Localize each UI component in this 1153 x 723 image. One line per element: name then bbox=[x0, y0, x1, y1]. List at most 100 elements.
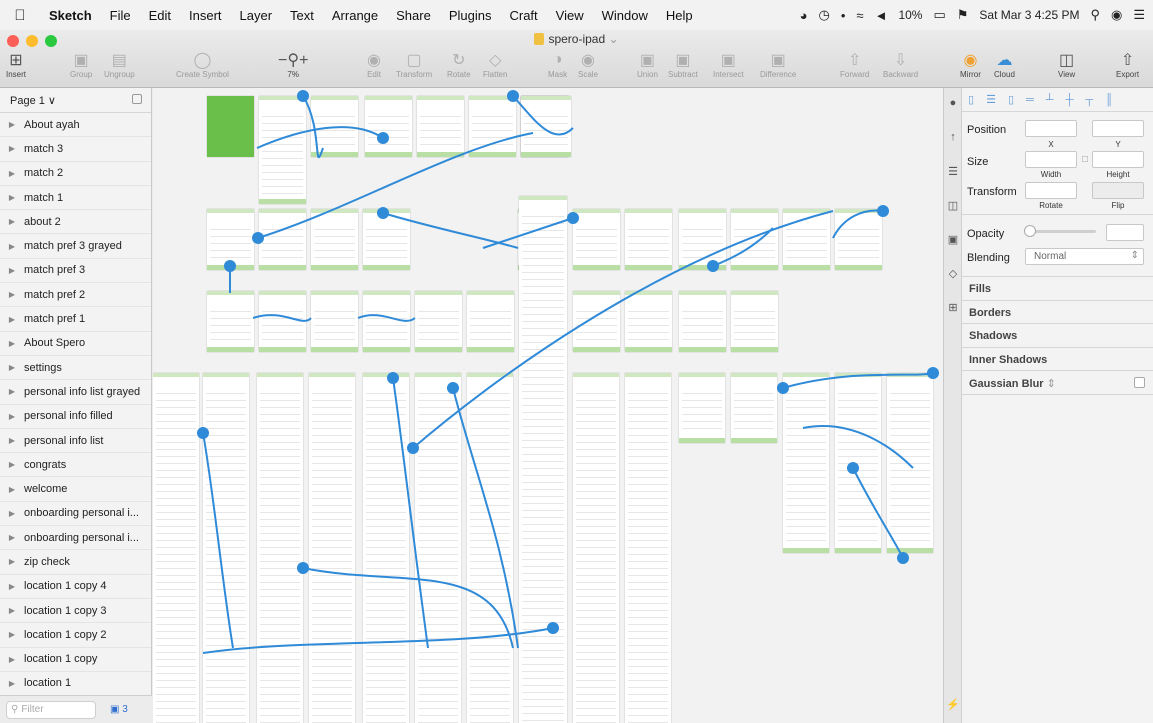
align-left-icon[interactable]: ▯ bbox=[968, 93, 974, 106]
disclosure-triangle-icon[interactable]: ▶ bbox=[0, 169, 24, 178]
disclosure-triangle-icon[interactable]: ▶ bbox=[0, 679, 24, 688]
link-hotspot[interactable] bbox=[777, 382, 789, 394]
prototype-link[interactable] bbox=[302, 95, 324, 159]
menu-layer[interactable]: Layer bbox=[231, 8, 282, 23]
inner-shadows-section[interactable]: Inner Shadows bbox=[961, 347, 1153, 371]
menu-insert[interactable]: Insert bbox=[180, 8, 231, 23]
rotate-input[interactable] bbox=[1025, 182, 1077, 199]
disclosure-triangle-icon[interactable]: ▶ bbox=[0, 533, 24, 542]
menu-craft[interactable]: Craft bbox=[500, 8, 546, 23]
prototype-link[interactable] bbox=[202, 627, 554, 654]
gaussian-blur-checkbox[interactable] bbox=[1134, 377, 1145, 388]
backward-button[interactable]: ⇩ Backward bbox=[883, 50, 918, 79]
link-hotspot[interactable] bbox=[897, 552, 909, 564]
layer-row[interactable]: ▶ about 2 bbox=[0, 210, 151, 235]
link-hotspot[interactable] bbox=[377, 207, 389, 219]
disclosure-triangle-icon[interactable]: ▶ bbox=[0, 606, 24, 615]
layer-row[interactable]: ▶ personal info list grayed bbox=[0, 380, 151, 405]
align-center-icon[interactable]: ☰ bbox=[986, 93, 996, 106]
gaussian-blur-section[interactable]: Gaussian Blur ⇕ bbox=[961, 370, 1153, 394]
link-hotspot[interactable] bbox=[877, 205, 889, 217]
layer-row[interactable]: ▶ location 1 copy 2 bbox=[0, 623, 151, 648]
union-button[interactable]: ▣ Union bbox=[637, 50, 658, 79]
borders-section[interactable]: Borders bbox=[961, 300, 1153, 324]
align-right-icon[interactable]: ▯ bbox=[1008, 93, 1014, 106]
transform-button[interactable]: ▢ Transform bbox=[396, 50, 432, 79]
disclosure-triangle-icon[interactable]: ▶ bbox=[0, 315, 24, 324]
menu-edit[interactable]: Edit bbox=[140, 8, 180, 23]
layer-row[interactable]: ▶ match pref 3 bbox=[0, 259, 151, 284]
disclosure-triangle-icon[interactable]: ▶ bbox=[0, 557, 24, 566]
position-y-input[interactable] bbox=[1092, 120, 1144, 137]
layer-row[interactable]: ▶ personal info list bbox=[0, 429, 151, 454]
disclosure-triangle-icon[interactable]: ▶ bbox=[0, 582, 24, 591]
layer-row[interactable]: ▶ match pref 3 grayed bbox=[0, 234, 151, 259]
layer-row[interactable]: ▶ About Spero bbox=[0, 332, 151, 356]
siri-icon[interactable]: ◉ bbox=[1111, 7, 1122, 23]
disclosure-triangle-icon[interactable]: ▶ bbox=[0, 655, 24, 664]
disclosure-triangle-icon[interactable]: ▶ bbox=[0, 387, 24, 396]
craft-logo-icon[interactable]: ● bbox=[944, 92, 962, 114]
disclosure-triangle-icon[interactable]: ▶ bbox=[0, 485, 24, 494]
create-symbol-button[interactable]: ◯ Create Symbol bbox=[176, 50, 229, 79]
link-hotspot[interactable] bbox=[197, 427, 209, 439]
opacity-slider[interactable] bbox=[1024, 225, 1096, 237]
prototype-link[interactable] bbox=[302, 567, 514, 649]
subtract-button[interactable]: ▣ Subtract bbox=[668, 50, 698, 79]
menu-file[interactable]: File bbox=[101, 8, 140, 23]
menu-plugins[interactable]: Plugins bbox=[440, 8, 501, 23]
mirror-button[interactable]: ◉ Mirror bbox=[960, 50, 981, 79]
design-canvas[interactable] bbox=[153, 88, 943, 723]
prototype-link[interactable] bbox=[512, 95, 574, 136]
prototype-link[interactable] bbox=[412, 210, 834, 449]
prototype-link[interactable] bbox=[202, 432, 234, 649]
disclosure-triangle-icon[interactable]: ▶ bbox=[0, 460, 24, 469]
link-hotspot[interactable] bbox=[377, 132, 389, 144]
blur-type-arrows-icon[interactable]: ⇕ bbox=[1047, 378, 1056, 390]
group-button[interactable]: ▣ Group bbox=[70, 50, 92, 79]
layer-row[interactable]: ▶ location 1 copy 4 bbox=[0, 575, 151, 599]
prototype-link[interactable] bbox=[782, 372, 934, 389]
link-hotspot[interactable] bbox=[447, 382, 459, 394]
link-hotspot[interactable] bbox=[407, 442, 419, 454]
layer-row[interactable]: ▶ congrats bbox=[0, 453, 151, 478]
prototype-link[interactable] bbox=[257, 132, 534, 239]
distribute-vertical-icon[interactable]: ║ bbox=[1105, 94, 1113, 106]
prototype-icon[interactable]: ◇ bbox=[944, 262, 962, 284]
document-title[interactable]: spero-ipad ⌄ bbox=[0, 32, 1153, 46]
link-hotspot[interactable] bbox=[507, 90, 519, 102]
disclosure-triangle-icon[interactable]: ▶ bbox=[0, 363, 24, 372]
prototype-link[interactable] bbox=[392, 377, 429, 649]
layer-row[interactable]: ▶ match 3 bbox=[0, 137, 151, 162]
disclosure-triangle-icon[interactable]: ▶ bbox=[0, 290, 24, 299]
layer-row[interactable]: ▶ onboarding personal i... bbox=[0, 502, 151, 527]
scale-button[interactable]: ◉ Scale bbox=[578, 50, 598, 79]
export-button[interactable]: ⇧ Export bbox=[1116, 50, 1139, 79]
link-hotspot[interactable] bbox=[547, 622, 559, 634]
disclosure-triangle-icon[interactable]: ▶ bbox=[0, 144, 24, 153]
align-middle-icon[interactable]: ┼ bbox=[1066, 94, 1074, 106]
upload-icon[interactable]: ↑ bbox=[944, 126, 962, 148]
bluetooth-icon[interactable]: • bbox=[841, 8, 846, 23]
link-hotspot[interactable] bbox=[387, 372, 399, 384]
disclosure-triangle-icon[interactable]: ▶ bbox=[0, 266, 24, 275]
fills-section[interactable]: Fills bbox=[961, 276, 1153, 300]
layer-row[interactable]: ▶ match pref 1 bbox=[0, 307, 151, 332]
flag-icon[interactable]: ⚑ bbox=[957, 7, 969, 23]
volume-icon[interactable]: ◄ bbox=[875, 8, 888, 23]
layer-row[interactable]: ▶ match 1 bbox=[0, 186, 151, 211]
distribute-horizontal-icon[interactable]: ═ bbox=[1026, 94, 1034, 106]
prototype-link[interactable] bbox=[832, 209, 884, 239]
battery-icon[interactable]: ▭ bbox=[933, 7, 945, 23]
insert-button[interactable]: ⊞ Insert bbox=[6, 50, 26, 79]
disclosure-triangle-icon[interactable]: ▶ bbox=[0, 509, 24, 518]
link-hotspot[interactable] bbox=[224, 260, 236, 272]
flip-toggle[interactable] bbox=[1092, 182, 1144, 199]
prototype-link[interactable] bbox=[252, 314, 312, 322]
menu-help[interactable]: Help bbox=[657, 8, 702, 23]
prototype-link[interactable] bbox=[452, 387, 519, 649]
layer-row[interactable]: ▶ settings bbox=[0, 356, 151, 381]
layer-row[interactable]: ▶ match pref 2 bbox=[0, 283, 151, 308]
disclosure-triangle-icon[interactable]: ▶ bbox=[0, 630, 24, 639]
link-hotspot[interactable] bbox=[252, 232, 264, 244]
